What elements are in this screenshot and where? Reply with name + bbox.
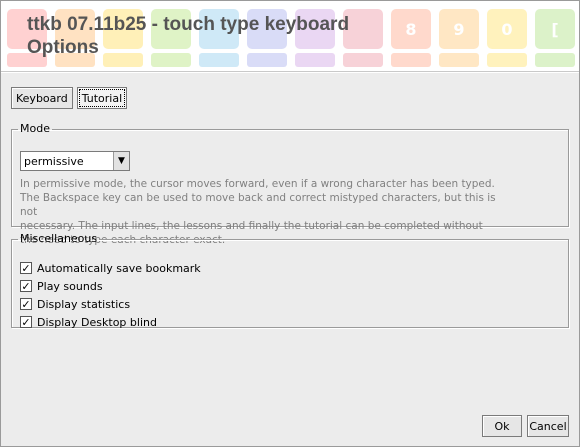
description-line: necessary. The input lines, the lessons …: [20, 220, 483, 232]
title-line-1: ttkb 07.11b25 - touch type keyboard: [27, 14, 350, 35]
mode-select[interactable]: permissive ▼: [20, 151, 130, 171]
backdrop-key: 9: [439, 9, 479, 49]
play-sounds-option[interactable]: ✓ Play sounds: [20, 277, 201, 295]
backdrop-key: [439, 53, 479, 67]
mode-select-value: permissive: [24, 154, 84, 168]
mode-legend: Mode: [20, 122, 50, 135]
dropdown-arrow-icon[interactable]: ▼: [113, 152, 129, 170]
backdrop-key: [487, 53, 527, 67]
cancel-button[interactable]: Cancel: [527, 415, 569, 437]
title-line-2: Options: [27, 37, 99, 58]
tab-tutorial[interactable]: Tutorial: [76, 87, 128, 109]
checkbox[interactable]: ✓: [20, 316, 32, 328]
mode-group: Mode permissive ▼ In permissive mode, th…: [11, 122, 569, 246]
options-window: 8 9 0 [ ] ttkb 07.11b25 - touch type key…: [0, 0, 580, 447]
backdrop-key: [: [535, 9, 575, 49]
header-divider: [1, 71, 579, 73]
checkbox[interactable]: ✓: [20, 280, 32, 292]
checkbox-label: Display Desktop blind: [37, 315, 157, 329]
backdrop-key: 0: [487, 9, 527, 49]
backdrop-key: [391, 53, 431, 67]
display-desktop-blind-option[interactable]: ✓ Display Desktop blind: [20, 313, 201, 331]
ok-button[interactable]: Ok: [482, 415, 522, 437]
checkbox[interactable]: ✓: [20, 262, 32, 274]
misc-legend: Miscellaneous: [20, 232, 98, 245]
checkbox-label: Display statistics: [37, 297, 131, 311]
checkbox-label: Play sounds: [37, 279, 103, 293]
window-title: ttkb 07.11b25 - touch type keyboard Opti…: [27, 13, 349, 59]
checkbox-label: Automatically save bookmark: [37, 261, 201, 275]
backdrop-key: 8: [391, 9, 431, 49]
miscellaneous-group: Miscellaneous ✓ Automatically save bookm…: [11, 232, 569, 331]
header-banner: 8 9 0 [ ] ttkb 07.11b25 - touch type key…: [1, 1, 579, 71]
backdrop-key: [535, 53, 575, 67]
description-line: In permissive mode, the cursor moves for…: [20, 178, 495, 190]
auto-save-bookmark-option[interactable]: ✓ Automatically save bookmark: [20, 259, 201, 277]
tab-keyboard[interactable]: Keyboard: [11, 87, 73, 109]
misc-options: ✓ Automatically save bookmark ✓ Play sou…: [20, 259, 201, 331]
checkbox[interactable]: ✓: [20, 298, 32, 310]
tab-bar: Keyboard Tutorial: [11, 87, 128, 109]
display-statistics-option[interactable]: ✓ Display statistics: [20, 295, 201, 313]
description-line: The Backspace key can be used to move ba…: [20, 192, 496, 218]
